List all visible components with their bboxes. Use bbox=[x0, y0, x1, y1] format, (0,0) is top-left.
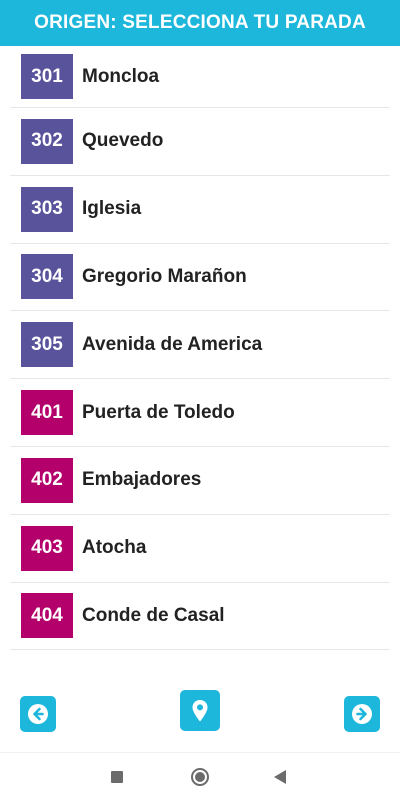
stop-name: Puerta de Toledo bbox=[82, 401, 235, 423]
stop-row-305[interactable]: 305 Avenida de America bbox=[10, 311, 390, 380]
stop-code-badge: 305 bbox=[21, 322, 73, 368]
stop-row-404[interactable]: 404 Conde de Casal bbox=[10, 583, 390, 651]
system-navigation-bar bbox=[0, 752, 400, 800]
stop-row-403[interactable]: 403 Atocha bbox=[10, 515, 390, 583]
back-triangle-icon[interactable] bbox=[274, 770, 286, 784]
stop-name: Iglesia bbox=[82, 198, 142, 220]
recents-square-icon[interactable] bbox=[111, 771, 123, 783]
stop-name: Moncloa bbox=[82, 65, 160, 87]
stop-code-badge: 303 bbox=[21, 186, 73, 232]
stop-code-badge: 404 bbox=[21, 593, 73, 639]
stop-name: Gregorio Marañon bbox=[82, 265, 247, 287]
page-title: ORIGEN: SELECCIONA TU PARADA bbox=[34, 12, 366, 33]
map-pin-icon bbox=[192, 699, 208, 721]
stop-name: Embajadores bbox=[82, 469, 202, 491]
stop-code-badge: 403 bbox=[21, 525, 73, 571]
stop-row-304[interactable]: 304 Gregorio Marañon bbox=[10, 244, 390, 312]
stop-list: 301 Moncloa 302 Quevedo 303 Iglesia 304 … bbox=[10, 46, 390, 651]
stop-row-303[interactable]: 303 Iglesia bbox=[10, 176, 390, 244]
stop-name: Atocha bbox=[82, 537, 147, 559]
stop-row-301[interactable]: 301 Moncloa bbox=[10, 46, 390, 108]
header-bar: ORIGEN: SELECCIONA TU PARADA bbox=[0, 0, 400, 46]
arrow-left-circle-icon bbox=[28, 704, 48, 724]
stop-row-402[interactable]: 402 Embajadores bbox=[10, 447, 390, 515]
location-button[interactable] bbox=[180, 690, 220, 731]
stop-code-badge: 401 bbox=[21, 390, 73, 436]
stop-code-badge: 304 bbox=[21, 254, 73, 300]
stop-row-302[interactable]: 302 Quevedo bbox=[10, 108, 390, 176]
previous-button[interactable] bbox=[20, 696, 56, 732]
stop-name: Conde de Casal bbox=[82, 604, 225, 626]
stop-name: Quevedo bbox=[82, 130, 164, 152]
stop-code-badge: 301 bbox=[21, 54, 73, 99]
stop-name: Avenida de America bbox=[82, 333, 263, 355]
stop-code-badge: 302 bbox=[21, 118, 73, 164]
home-circle-icon[interactable] bbox=[191, 768, 209, 786]
next-button[interactable] bbox=[344, 696, 380, 732]
arrow-right-circle-icon bbox=[352, 704, 372, 724]
stop-code-badge: 402 bbox=[21, 457, 73, 503]
stop-row-401[interactable]: 401 Puerta de Toledo bbox=[10, 379, 390, 447]
